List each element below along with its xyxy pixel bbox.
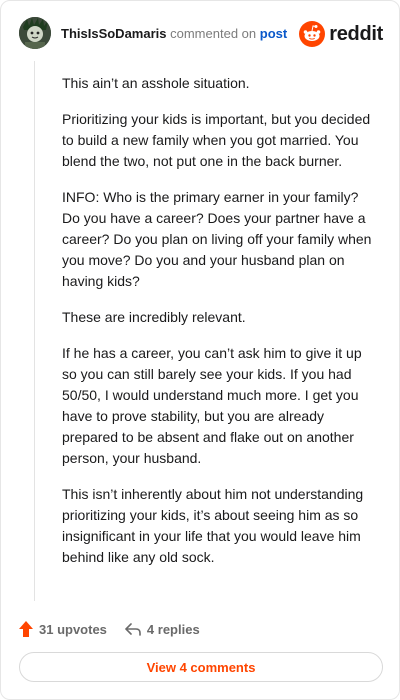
user-avatar[interactable] [19,17,51,49]
comment-paragraph: If he has a career, you can’t ask him to… [62,345,362,466]
comment-meta: ThisIsSoDamaris commented on post [61,26,287,41]
comment-body: This ain’t an asshole situation. Priorit… [62,73,378,583]
view-comments-button[interactable]: View 4 comments [19,652,383,682]
upvote-count: 31 upvotes [39,621,107,637]
comment-header: ThisIsSoDamaris commented on post reddit [19,17,383,53]
replies-button[interactable]: 4 replies [125,622,200,637]
replies-count: 4 replies [146,621,200,637]
thread-line [34,61,35,601]
reddit-snoo-icon [299,21,326,47]
comment-paragraph: This ain’t an asshole situation. [62,75,250,91]
reply-arrow-icon [125,623,141,636]
comment-paragraph: Prioritizing your kids is important, but… [62,111,371,169]
post-link[interactable]: post [260,26,287,41]
comment-paragraph: INFO: Who is the primary earner in your … [62,189,372,289]
upvote-arrow-icon [19,621,33,637]
comment-paragraph: These are incredibly relevant. [62,309,246,325]
comment-actions: 31 upvotes 4 replies [19,619,200,639]
comment-paragraph: This isn’t inherently about him not unde… [62,486,364,565]
commented-on-text: commented on [170,26,257,41]
avatar-image [19,17,51,49]
comment-card: ThisIsSoDamaris commented on post reddit… [0,0,400,700]
reddit-logo[interactable]: reddit [299,21,383,47]
reddit-wordmark: reddit [329,22,383,45]
upvote-button[interactable]: 31 upvotes [19,621,107,637]
username-link[interactable]: ThisIsSoDamaris [61,26,167,41]
